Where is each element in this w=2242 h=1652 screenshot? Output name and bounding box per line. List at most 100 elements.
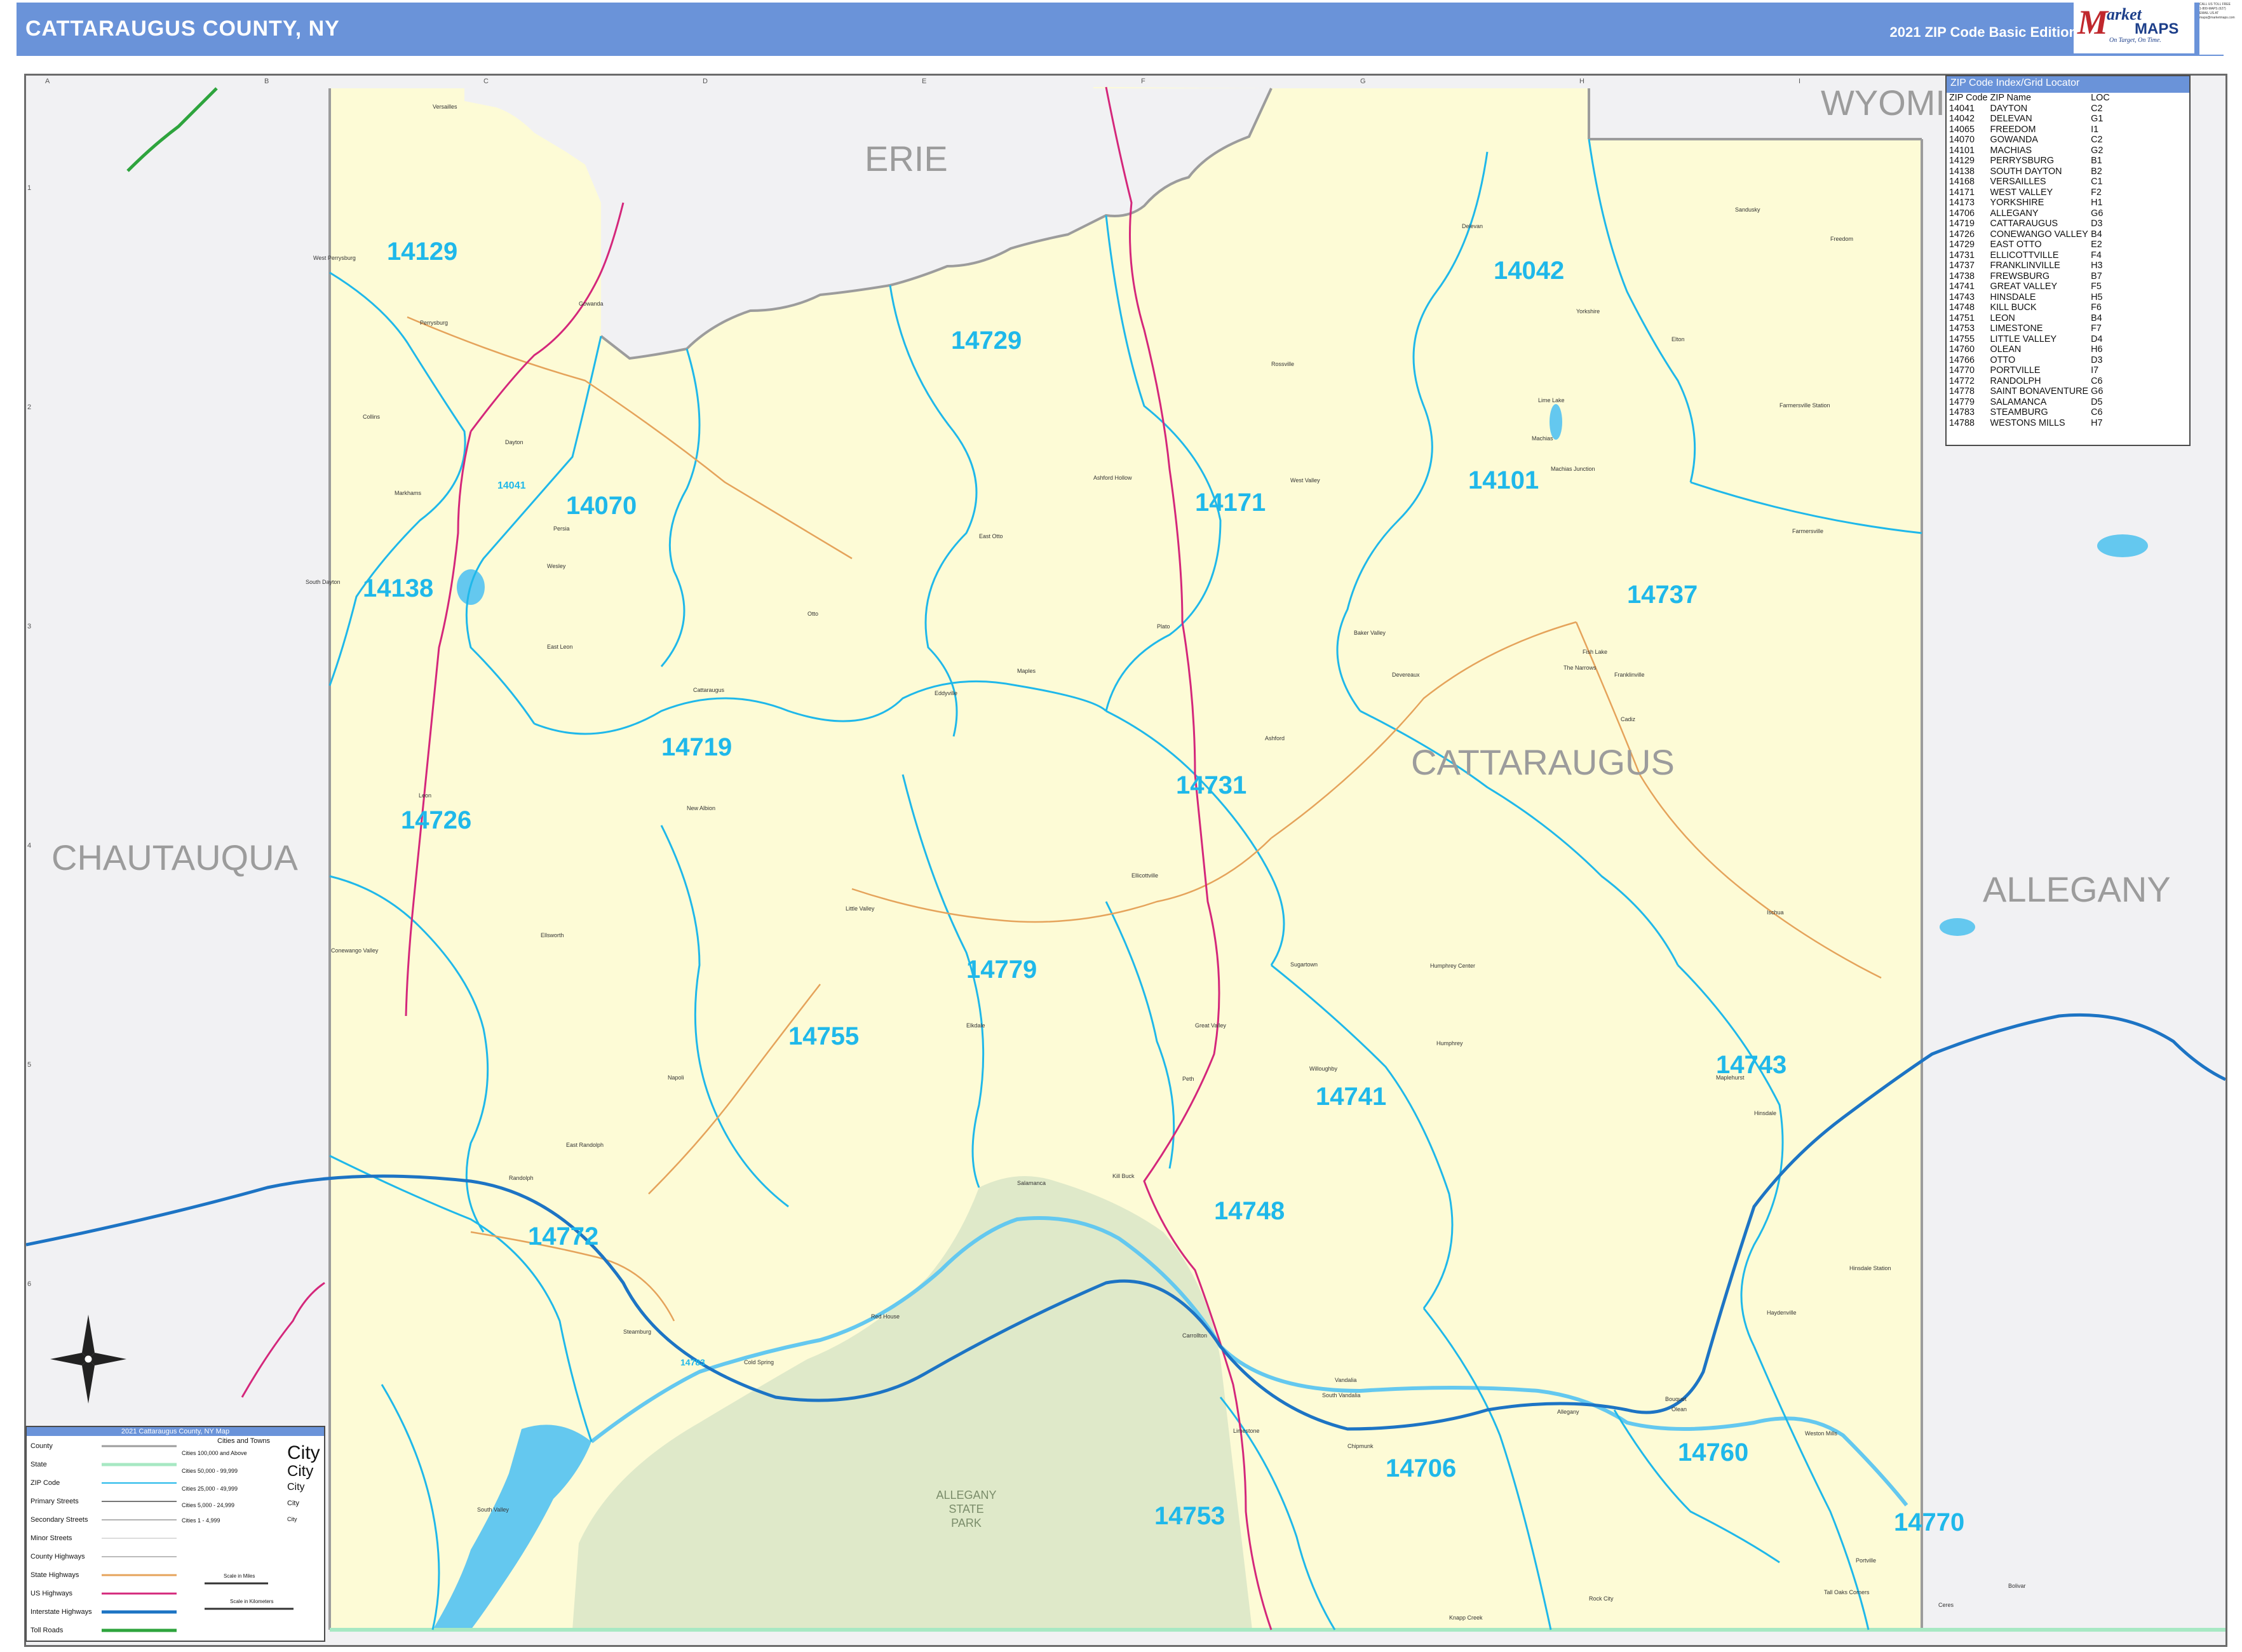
- park-label-line2: STATE: [949, 1503, 983, 1515]
- zip-index-title: ZIP Code Index/Grid Locator: [1947, 76, 2189, 93]
- zip-label: 14129: [387, 238, 457, 266]
- place-label: Franklinville: [1614, 672, 1645, 678]
- zip-index-header-row: ZIP Code ZIP Name LOC: [1949, 93, 2112, 104]
- place-label: Machias Junction: [1551, 466, 1595, 472]
- place-label: Knapp Creek: [1449, 1615, 1483, 1621]
- zip-index-code: 14737: [1949, 261, 1975, 271]
- zip-index-row: 14779 SALAMANCA D5: [1949, 397, 2112, 408]
- place-label: Sandusky: [1735, 207, 1760, 213]
- zip-index-name: SOUTH DAYTON: [1990, 166, 2062, 177]
- zip-index-code: 14779: [1949, 396, 1975, 407]
- zip-label: 14706: [1386, 1454, 1456, 1482]
- zip-index-name: RANDOLPH: [1990, 376, 2041, 386]
- zip-index-code: 14751: [1949, 313, 1975, 323]
- place-label: Haydenville: [1767, 1310, 1797, 1316]
- zip-index-name: LITTLE VALLEY: [1990, 334, 2057, 344]
- place-label: Delevan: [1462, 223, 1483, 229]
- zip-index-code: 14748: [1949, 302, 1975, 313]
- place-label: West Valley: [1290, 477, 1320, 484]
- zip-label: 14783: [680, 1357, 705, 1367]
- zip-index-name: GREAT VALLEY: [1990, 281, 2058, 292]
- zip-index-loc: F4: [2091, 250, 2102, 261]
- place-label: Devereaux: [1392, 672, 1420, 678]
- legend-city-class: Cities 50,000 - 99,999: [182, 1468, 238, 1474]
- county-label-allegany: ALLEGANY: [1983, 869, 2171, 909]
- zip-index-row: 14778 SAINT BONAVENTURE G6: [1949, 386, 2112, 397]
- legend-city-sample: City: [287, 1516, 297, 1522]
- zip-index-row: 14783 STEAMBURG C6: [1949, 407, 2112, 418]
- place-label: Conewango Valley: [331, 947, 379, 954]
- legend-city-class: Cities 100,000 and Above: [182, 1450, 247, 1456]
- county-label-erie: ERIE: [865, 139, 948, 179]
- zip-index-row: 14042 DELEVAN G1: [1949, 114, 2112, 125]
- zip-index-name: WESTONS MILLS: [1990, 417, 2065, 428]
- zip-index-code: 14766: [1949, 355, 1975, 365]
- zip-index-loc: C2: [2091, 135, 2103, 145]
- place-label: East Leon: [547, 644, 573, 650]
- zip-label: 14779: [966, 956, 1037, 984]
- zip-label: 14070: [566, 492, 637, 520]
- zip-index-name: CONEWANGO VALLEY: [1990, 229, 2088, 240]
- zip-index-loc: B2: [2091, 166, 2102, 177]
- zip-index-loc: D3: [2091, 219, 2103, 229]
- place-label: Markhams: [395, 490, 422, 496]
- zip-index-name: ELLICOTTVILLE: [1990, 250, 2059, 261]
- zip-index-name: OTTO: [1990, 355, 2016, 365]
- place-label: Willoughby: [1309, 1066, 1338, 1072]
- place-label: South Vandalia: [1322, 1392, 1360, 1398]
- zip-index-loc: B7: [2091, 271, 2102, 281]
- zip-index-row: 14729 EAST OTTO E2: [1949, 240, 2112, 250]
- zip-index-code: 14755: [1949, 334, 1975, 344]
- map-header: CATTARAUGUS COUNTY, NY 2021 ZIP Code Bas…: [17, 3, 2224, 56]
- map-frame[interactable]: ERIE WYOMI CATTARAUGUS CHAUTAUQUA ALLEGA…: [24, 74, 2227, 1647]
- place-label: Yorkshire: [1576, 308, 1600, 315]
- zip-index-name: YORKSHIRE: [1990, 198, 2044, 208]
- legend-item: Secondary Streets: [30, 1516, 88, 1524]
- zip-index-loc: G2: [2091, 145, 2104, 156]
- zip-index-name: STEAMBURG: [1990, 407, 2048, 417]
- place-label: West Perrysburg: [313, 255, 356, 261]
- zip-label: 14041: [497, 480, 526, 491]
- zip-index-code: 14070: [1949, 135, 1975, 145]
- county-label-chautauqua: CHAUTAUQUA: [51, 837, 299, 877]
- zip-label: 14729: [951, 327, 1022, 355]
- legend-item: County: [30, 1442, 53, 1450]
- place-label: Otto: [807, 611, 818, 617]
- zip-index-name: CATTARAUGUS: [1990, 219, 2058, 229]
- zip-index-code: 14778: [1949, 386, 1975, 396]
- legend-city-class: Cities 1 - 4,999: [182, 1517, 220, 1524]
- place-label: Ashford Hollow: [1093, 475, 1132, 481]
- lake-east: [2097, 534, 2148, 557]
- contact-line: maps@marketmaps.com: [2199, 16, 2235, 20]
- zip-label: 14138: [363, 574, 433, 602]
- place-label: Persia: [553, 525, 570, 532]
- zip-index-name: DAYTON: [1990, 103, 2028, 114]
- place-label: Ceres: [1938, 1602, 1954, 1608]
- place-label: Allegany: [1557, 1409, 1579, 1415]
- zip-index-row: 14731 ELLICOTTVILLE F4: [1949, 250, 2112, 261]
- zip-label: 14748: [1214, 1197, 1285, 1225]
- contact-line: EMAIL US AT: [2199, 11, 2219, 15]
- compass-rose-icon: [50, 1315, 126, 1404]
- zip-index-name: WEST VALLEY: [1990, 187, 2053, 198]
- zip-index-loc: B4: [2091, 229, 2102, 240]
- legend-scale-miles: Scale in Miles: [224, 1573, 255, 1579]
- zip-index-row: 14753 LIMESTONE F7: [1949, 323, 2112, 334]
- grid-column-label: E: [922, 78, 926, 85]
- legend-cities-heading: Cities and Towns: [217, 1437, 270, 1445]
- zip-index-row: 14743 HINSDALE H5: [1949, 292, 2112, 303]
- map-canvas[interactable]: ERIE WYOMI CATTARAUGUS CHAUTAUQUA ALLEGA…: [26, 76, 2225, 1645]
- place-label: Napoli: [668, 1074, 684, 1081]
- legend-city-class: Cities 25,000 - 49,999: [182, 1486, 238, 1492]
- zip-index-row: 14772 RANDOLPH C6: [1949, 376, 2112, 387]
- place-label: South Dayton: [306, 579, 341, 585]
- place-label: South Valley: [477, 1506, 509, 1513]
- place-label: Cadiz: [1621, 716, 1636, 722]
- legend-item: ZIP Code: [30, 1479, 60, 1487]
- grid-row-label: 6: [27, 1280, 31, 1288]
- zip-index-code: 14706: [1949, 208, 1975, 219]
- edition-label: 2021 ZIP Code Basic Edition: [1889, 24, 2077, 40]
- grid-row-label: 5: [27, 1061, 31, 1069]
- place-label: Cattaraugus: [693, 687, 725, 693]
- zip-index-row: 14766 OTTO D3: [1949, 355, 2112, 366]
